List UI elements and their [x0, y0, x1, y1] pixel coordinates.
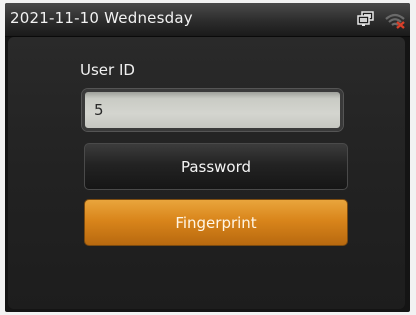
- user-id-label: User ID: [80, 61, 135, 79]
- fingerprint-button[interactable]: Fingerprint: [84, 199, 348, 246]
- network-icon: [357, 11, 374, 26]
- device-screen: 2021-11-10 Wednesday User ID 5 Password …: [5, 3, 410, 312]
- password-button[interactable]: Password: [84, 143, 348, 190]
- date-label: 2021-11-10 Wednesday: [10, 9, 193, 27]
- password-button-label: Password: [180, 157, 252, 176]
- user-id-input[interactable]: 5: [82, 89, 343, 131]
- fingerprint-button-label: Fingerprint: [175, 213, 257, 232]
- wifi-disconnected-icon: [385, 13, 405, 29]
- status-bar: 2021-11-10 Wednesday: [5, 3, 410, 37]
- user-id-value: 5: [94, 101, 104, 119]
- login-panel: User ID 5 Password Fingerprint: [8, 37, 405, 309]
